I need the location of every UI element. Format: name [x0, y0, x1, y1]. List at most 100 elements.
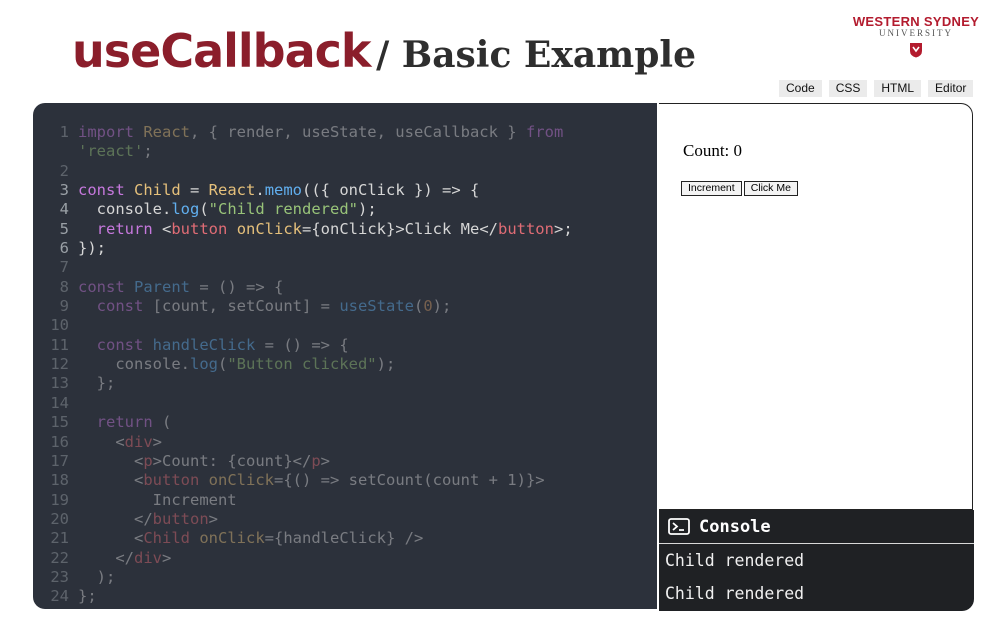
code-line: 15 return (: [33, 413, 657, 432]
code-lines: 1 import React, { render, useState, useCa…: [33, 123, 657, 609]
code-line: 6});: [33, 239, 657, 258]
code-token: onClick: [199, 529, 265, 548]
console-log-line: Child rendered: [665, 584, 805, 603]
code-line: 3 const Child = React.memo(({ onClick }) …: [33, 181, 657, 200]
tab-editor[interactable]: Editor: [928, 80, 974, 97]
code-line: 21 <Child onClick={handleClick} />: [33, 529, 657, 548]
code-token: button: [143, 471, 200, 490]
code-token: log: [171, 200, 200, 219]
tab-html[interactable]: HTML: [874, 80, 922, 97]
code-token: React: [143, 123, 190, 141]
code-token: ={onClick}>Click Me</: [302, 219, 498, 238]
line-number: 23: [50, 567, 69, 586]
preview-pane: Count: 0 Increment Click Me: [659, 103, 973, 510]
code-line: 12 console.log("Button clicked");: [33, 355, 657, 374]
line-number: 8: [59, 277, 69, 296]
code-token: p: [311, 451, 321, 470]
code-line: 8 const Parent = () => {: [33, 278, 657, 297]
line-number: 17: [50, 451, 69, 470]
increment-button[interactable]: Increment: [681, 181, 742, 196]
line-number: 3: [59, 181, 69, 200]
logo-line-1: WESTERN SYDNEY: [852, 14, 980, 29]
line-number: 16: [50, 432, 69, 451]
code-token: const: [78, 277, 134, 296]
code-token: >: [320, 451, 330, 470]
code-token: 'react': [78, 142, 144, 161]
click-me-button[interactable]: Click Me: [743, 181, 798, 196]
code-token: );: [357, 200, 377, 219]
code-token: (: [199, 200, 209, 219]
code-token: , {: [190, 123, 228, 141]
code-token: <: [78, 451, 144, 470]
code-token: .: [255, 181, 265, 200]
code-line: 11 const handleClick = () => {: [33, 336, 657, 355]
line-number: 11: [50, 335, 69, 354]
code-token: const: [78, 181, 134, 200]
code-token: <: [78, 432, 125, 451]
code-line: 16 <div>: [33, 433, 657, 452]
code-token: <: [162, 219, 172, 238]
code-line: 19 Increment: [33, 491, 657, 510]
code-token: button: [152, 509, 209, 528]
view-tabs: Code CSS HTML Editor: [779, 80, 974, 97]
line-number: 20: [50, 509, 69, 528]
code-token: (({ onClick }) => {: [302, 181, 480, 200]
code-token: ;: [143, 142, 153, 161]
code-token: return: [96, 219, 162, 238]
code-token: console.: [78, 200, 172, 219]
code-token: (: [217, 355, 228, 374]
tab-code[interactable]: Code: [779, 80, 822, 97]
code-token: "Button clicked": [227, 355, 377, 374]
title-rest: / Basic Example: [376, 34, 696, 76]
tab-css[interactable]: CSS: [828, 80, 868, 97]
code-token: >: [208, 509, 218, 528]
code-token: onClick: [208, 471, 274, 490]
code-token: React: [208, 181, 256, 200]
line-number: 24: [50, 587, 69, 606]
code-token: );: [78, 567, 116, 586]
code-line: 1 import React, { render, useState, useCa…: [33, 123, 657, 142]
preview-buttons: Increment Click Me: [681, 181, 798, 196]
console-log-line: Child rendered: [665, 551, 805, 570]
code-token: const: [96, 297, 153, 316]
code-token: p: [143, 451, 153, 470]
line-number: 13: [50, 374, 69, 393]
code-token: };: [78, 374, 116, 393]
code-editor[interactable]: 1 import React, { render, useState, useCa…: [33, 103, 657, 609]
code-token: import: [78, 123, 144, 141]
code-line: 'react';: [33, 142, 657, 161]
code-token: useState: [339, 297, 414, 316]
crest-icon: [910, 43, 922, 58]
code-token: >;: [553, 219, 573, 238]
code-line: 14: [33, 394, 657, 413]
code-line: 23 );: [33, 568, 657, 587]
console-title: Console: [699, 516, 771, 537]
line-number: 7: [59, 258, 69, 277]
code-line: 22 </div>: [33, 549, 657, 568]
code-token: 0: [423, 297, 433, 316]
line-number: 10: [50, 316, 69, 335]
title-highlight: useCallback: [72, 24, 371, 78]
logo-line-2: UNIVERSITY: [879, 28, 953, 38]
slide-title: useCallback / Basic Example: [72, 24, 696, 78]
code-token: [count, setCount] =: [152, 297, 340, 316]
code-token: render, useState, useCallback: [227, 123, 498, 141]
code-line: 4 console.log("Child rendered");: [33, 200, 657, 219]
line-number: 15: [50, 413, 69, 432]
line-number: 5: [59, 219, 69, 238]
line-number: 12: [50, 355, 69, 374]
line-number: 6: [59, 239, 69, 258]
code-token: ={() => setCount(count + 1)}>: [274, 471, 545, 490]
code-token: button: [497, 219, 554, 238]
count-text: Count: 0: [683, 141, 743, 160]
code-token: return: [96, 413, 162, 432]
code-token: }: [497, 123, 526, 141]
line-number: 14: [50, 393, 69, 412]
code-line: 17 <p>Count: {count}</p>: [33, 452, 657, 471]
code-line: 18 <button onClick={() => setCount(count…: [33, 471, 657, 490]
